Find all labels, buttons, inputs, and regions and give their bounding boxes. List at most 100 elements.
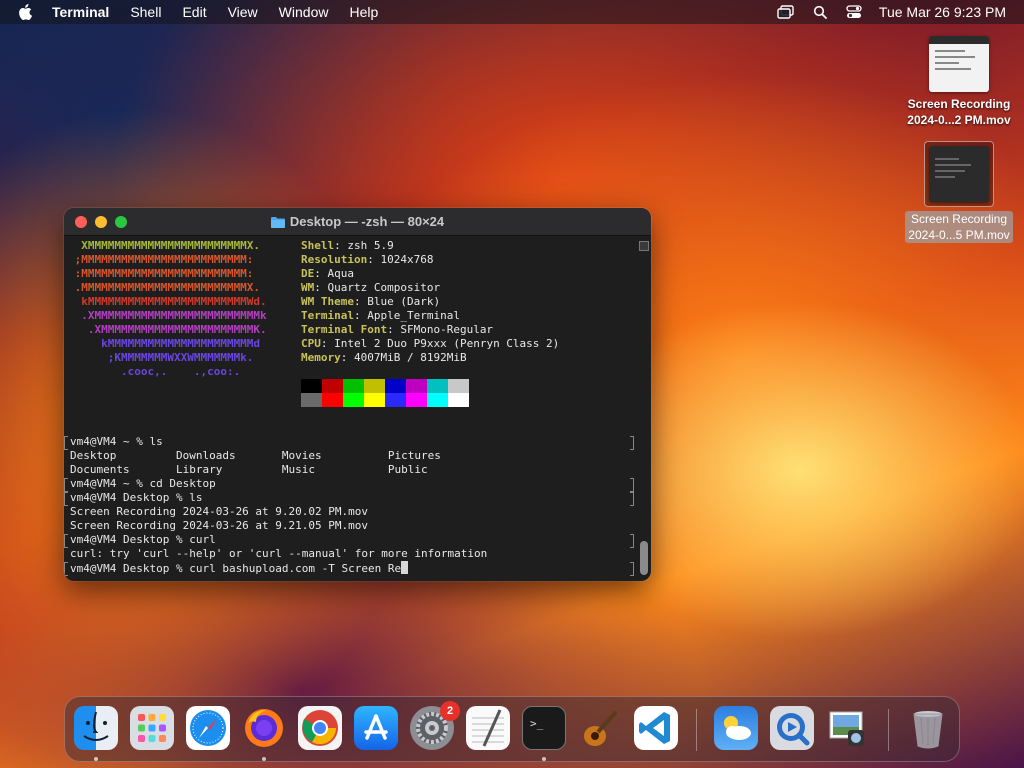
menu-help[interactable]: Help xyxy=(349,4,378,20)
info-key: Terminal Font xyxy=(301,323,388,336)
dock-chrome[interactable] xyxy=(298,706,342,750)
dock-finder[interactable] xyxy=(74,706,118,761)
screen-mirroring-icon[interactable] xyxy=(777,3,795,21)
terminal-titlebar[interactable]: Desktop — -zsh — 80×24 xyxy=(64,208,651,236)
terminal-window: Desktop — -zsh — 80×24 XMMMMMMMMMMMMMMMM… xyxy=(64,208,651,581)
dock-trash[interactable] xyxy=(906,706,950,750)
system-info-row: WM Theme: Blue (Dark) xyxy=(301,295,559,309)
system-info-row: DE: Aqua xyxy=(301,267,559,281)
weather-icon xyxy=(714,706,758,750)
svg-text:>_: >_ xyxy=(530,717,544,730)
info-separator: : xyxy=(353,309,368,322)
prompt-line: vm4@VM4 ~ % ls xyxy=(64,435,636,450)
menu-edit[interactable]: Edit xyxy=(182,4,206,20)
text-cursor xyxy=(401,561,409,574)
dock-terminal[interactable]: >_ xyxy=(522,706,566,761)
ascii-logo-line: .cooc,. .,coo:. xyxy=(68,365,241,378)
dock-garageband[interactable] xyxy=(578,706,622,750)
dock-quicktime[interactable] xyxy=(770,706,814,750)
menu-view[interactable]: View xyxy=(228,4,258,20)
line-text: vm4@VM4 ~ % ls xyxy=(70,435,163,448)
notification-badge: 2 xyxy=(440,701,460,721)
info-value: SFMono-Regular xyxy=(400,323,494,336)
info-key: CPU xyxy=(301,337,321,350)
dock: 2 >_ xyxy=(64,696,960,762)
close-button[interactable] xyxy=(75,216,87,228)
dock-separator xyxy=(696,709,697,751)
desktop-file-recording-2[interactable]: Screen Recording 2024-0...5 PM.mov xyxy=(894,141,1024,244)
dock-preview[interactable] xyxy=(826,706,870,750)
ascii-logo-line: .MMMMMMMMMMMMMMMMMMMMMMMMMX. xyxy=(68,281,261,294)
line-text: Screen Recording 2024-03-26 at 9.20.02 P… xyxy=(70,505,369,518)
dock-launchpad[interactable] xyxy=(130,706,174,750)
info-value: Aqua xyxy=(327,267,355,280)
info-separator: : xyxy=(314,267,328,280)
line-text: vm4@VM4 Desktop % ls xyxy=(70,491,203,504)
minimize-button[interactable] xyxy=(95,216,107,228)
scrollbar-thumb[interactable] xyxy=(640,541,648,575)
color-swatch xyxy=(427,379,448,393)
color-palette-normal xyxy=(301,379,469,393)
scroll-up-button[interactable] xyxy=(639,241,649,251)
apple-ascii-logo: XMMMMMMMMMMMMMMMMMMMMMMMMX. ;MMMMMMMMMMM… xyxy=(68,239,267,379)
dock-weather[interactable] xyxy=(714,706,758,750)
desktop-file-recording-1[interactable]: Screen Recording 2024-0...2 PM.mov xyxy=(894,36,1024,129)
line-text: Documents Library Music Public xyxy=(70,463,428,476)
info-separator: : xyxy=(314,281,328,294)
ascii-logo-line: :MMMMMMMMMMMMMMMMMMMMMMMMM: xyxy=(68,267,254,280)
color-swatch xyxy=(364,379,385,393)
menu-bar-clock[interactable]: Tue Mar 26 9:23 PM xyxy=(879,4,1006,20)
dock-app-store[interactable] xyxy=(354,706,398,750)
system-info-row: CPU: Intel 2 Duo P9xxx (Penryn Class 2) xyxy=(301,337,559,351)
prompt-line: vm4@VM4 Desktop % curl xyxy=(64,533,636,548)
ascii-logo-line: ;MMMMMMMMMMMMMMMMMMMMMMMMM: xyxy=(68,253,254,266)
preview-icon xyxy=(826,706,870,750)
color-swatch xyxy=(343,379,364,393)
info-separator: : xyxy=(340,351,354,364)
line-text: vm4@VM4 ~ % cd Desktop xyxy=(70,477,216,490)
color-swatch xyxy=(322,379,343,393)
menu-shell[interactable]: Shell xyxy=(130,4,161,20)
finder-icon xyxy=(74,706,118,750)
file-name-line2: 2024-0...5 PM.mov xyxy=(908,228,1010,242)
video-thumbnail xyxy=(929,146,989,202)
ascii-logo-line: kMMMMMMMMMMMMMMMMMMMMMMd xyxy=(68,337,261,350)
dock-separator xyxy=(888,709,889,751)
zoom-button[interactable] xyxy=(115,216,127,228)
info-separator: : xyxy=(367,253,381,266)
running-indicator xyxy=(542,757,546,761)
info-separator: : xyxy=(334,239,348,252)
info-key: Shell xyxy=(301,239,335,252)
system-info-row: Terminal: Apple_Terminal xyxy=(301,309,559,323)
terminal-content[interactable]: XMMMMMMMMMMMMMMMMMMMMMMMMX. ;MMMMMMMMMMM… xyxy=(64,237,651,581)
color-swatch xyxy=(301,393,322,407)
apple-menu-icon[interactable] xyxy=(18,4,34,20)
ascii-logo-line: kMMMMMMMMMMMMMMMMMMMMMMMMWd. xyxy=(68,295,267,308)
menu-window[interactable]: Window xyxy=(279,4,329,20)
terminal-icon: >_ xyxy=(522,706,566,750)
dock-safari[interactable] xyxy=(186,706,230,750)
spotlight-search-icon[interactable] xyxy=(811,3,829,21)
firefox-icon xyxy=(242,706,286,750)
color-swatch xyxy=(343,393,364,407)
dock-system-settings[interactable]: 2 xyxy=(410,701,460,750)
terminal-scrollbar[interactable] xyxy=(639,241,649,577)
info-value: 1024x768 xyxy=(380,253,434,266)
info-value: Intel 2 Duo P9xxx (Penryn Class 2) xyxy=(334,337,560,350)
control-center-icon[interactable] xyxy=(845,3,863,21)
selection-highlight xyxy=(924,141,994,207)
shell-output: vm4@VM4 ~ % ls Desktop Downloads Movies P… xyxy=(64,435,636,576)
info-key: Terminal xyxy=(301,309,354,322)
menu-app-terminal[interactable]: Terminal xyxy=(52,4,109,20)
launchpad-icon xyxy=(130,706,174,750)
info-key: Resolution xyxy=(301,253,368,266)
dock-vscode[interactable] xyxy=(634,706,678,750)
dock-textedit[interactable] xyxy=(466,706,510,750)
system-info: Shell: zsh 5.9 Resolution: 1024x768 DE: Aq… xyxy=(301,239,559,365)
line-text: Screen Recording 2024-03-26 at 9.21.05 P… xyxy=(70,519,369,532)
trash-icon xyxy=(906,706,950,750)
dock-firefox[interactable] xyxy=(242,706,286,761)
system-info-row: Shell: zsh 5.9 xyxy=(301,239,559,253)
app-store-icon xyxy=(354,706,398,750)
desktop-file-label: Screen Recording 2024-0...5 PM.mov xyxy=(905,211,1013,243)
